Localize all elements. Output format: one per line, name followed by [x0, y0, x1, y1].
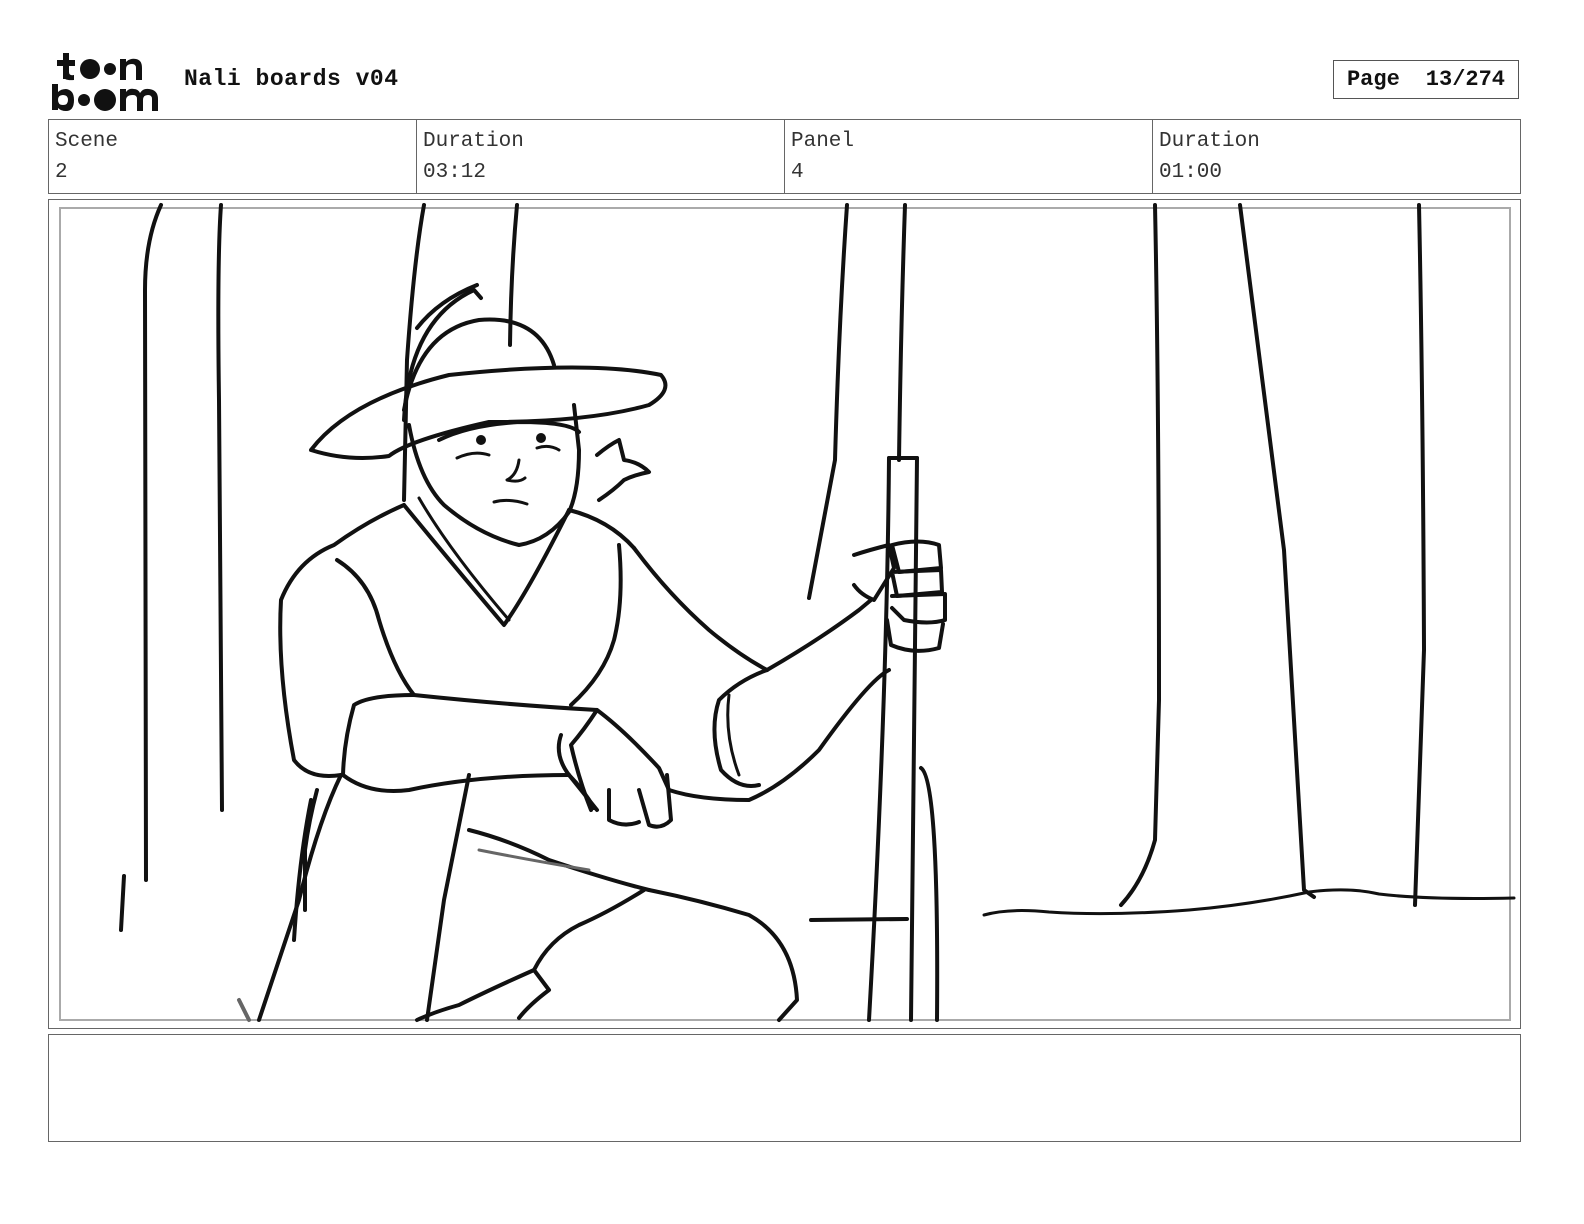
- page-label: Page: [1346, 67, 1400, 92]
- document-title: Nali boards v04: [184, 66, 399, 92]
- scene-value: 2: [55, 161, 68, 184]
- scene-duration-cell: Duration 03:12: [417, 120, 785, 193]
- toonboom-logo: [50, 48, 166, 114]
- scene-duration-value: 03:12: [423, 161, 487, 184]
- panel-duration-cell: Duration 01:00: [1153, 120, 1520, 193]
- page-value: 13/274: [1425, 67, 1506, 92]
- panel-label: Panel: [791, 130, 855, 153]
- panel-info-table: Scene 2 Duration 03:12 Panel 4 Duration …: [48, 119, 1521, 194]
- panel-notes-box: [48, 1034, 1521, 1142]
- storyboard-sketch: [59, 203, 1516, 1022]
- storyboard-panel: [48, 199, 1521, 1029]
- panel-duration-value: 01:00: [1159, 161, 1223, 184]
- panel-value: 4: [791, 161, 804, 184]
- page-indicator: Page 13/274: [1333, 60, 1519, 99]
- scene-cell: Scene 2: [49, 120, 417, 193]
- panel-duration-label: Duration: [1159, 130, 1260, 153]
- panel-cell: Panel 4: [785, 120, 1153, 193]
- scene-label: Scene: [55, 130, 119, 153]
- scene-duration-label: Duration: [423, 130, 524, 153]
